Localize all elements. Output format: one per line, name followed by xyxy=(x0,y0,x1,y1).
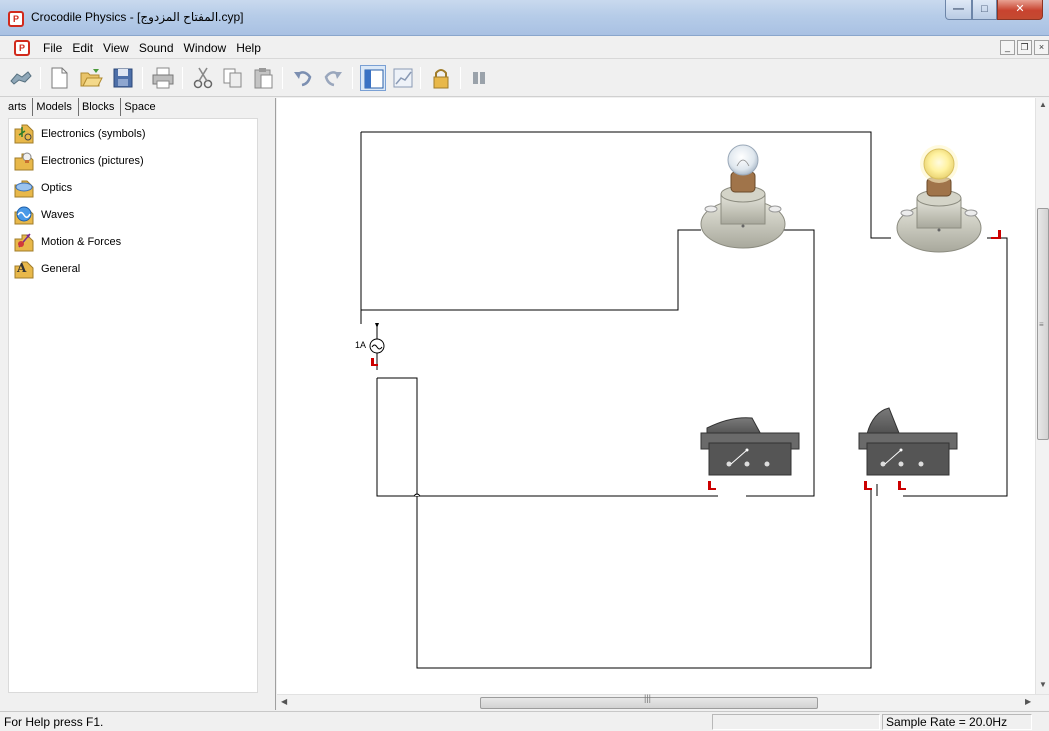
tab-space[interactable]: Space xyxy=(120,98,158,116)
vertical-scrollbar[interactable]: ▲ ≡ ▼ xyxy=(1035,98,1049,694)
canvas-area: 1A ▲ ≡ ▼ ◀ ||| ▶ xyxy=(277,98,1049,710)
tree-item-label: General xyxy=(41,263,81,275)
menu-file[interactable]: File xyxy=(38,40,67,56)
grip-icon: ≡ xyxy=(1039,320,1044,329)
menu-help[interactable]: Help xyxy=(231,40,266,56)
undo-icon[interactable] xyxy=(290,65,316,91)
paste-icon[interactable] xyxy=(250,65,276,91)
electronics-symbols-icon xyxy=(13,123,35,145)
horizontal-scrollbar[interactable]: ◀ ||| ▶ xyxy=(277,693,1049,710)
optics-icon xyxy=(13,177,35,199)
wire-bottom-loop[interactable] xyxy=(377,377,872,669)
title-bar: P Crocodile Physics - [المفتاح المزدوج.c… xyxy=(0,0,1049,36)
panel-tabs: arts Models Blocks Space xyxy=(0,98,276,116)
tab-parts[interactable]: arts xyxy=(0,98,29,116)
cut-icon[interactable] xyxy=(190,65,216,91)
doc-close-button[interactable]: × xyxy=(1034,40,1049,55)
general-icon: A xyxy=(13,258,35,280)
window-controls: — □ ✕ xyxy=(945,0,1043,21)
bulb-right[interactable] xyxy=(896,145,1001,253)
wire-top[interactable] xyxy=(361,131,877,239)
tree-item-label: Motion & Forces xyxy=(41,236,122,248)
parts-panel-icon[interactable] xyxy=(360,65,386,91)
scroll-down-icon[interactable]: ▼ xyxy=(1039,680,1047,689)
open-icon[interactable] xyxy=(78,65,104,91)
tree-item-waves[interactable]: Waves xyxy=(13,204,74,226)
toolbar xyxy=(0,60,1049,97)
bulb-left[interactable] xyxy=(700,144,786,249)
wire-left-bulb-feed[interactable] xyxy=(360,132,701,311)
tree-item-electronics-pictures[interactable]: Electronics (pictures) xyxy=(13,150,144,172)
switch-left[interactable] xyxy=(700,417,800,490)
document-window-controls: _ ❐ × xyxy=(1000,40,1049,55)
tree-item-optics[interactable]: Optics xyxy=(13,177,72,199)
status-help-text: For Help press F1. xyxy=(4,715,104,729)
parts-tree: Electronics (symbols) Electronics (pictu… xyxy=(8,118,258,693)
menu-sound[interactable]: Sound xyxy=(134,40,179,56)
menu-view[interactable]: View xyxy=(98,40,134,56)
tree-item-electronics-symbols[interactable]: Electronics (symbols) xyxy=(13,123,146,145)
close-button[interactable]: ✕ xyxy=(997,0,1043,20)
print-icon[interactable] xyxy=(150,65,176,91)
tab-blocks[interactable]: Blocks xyxy=(77,98,117,116)
tree-item-label: Waves xyxy=(41,209,75,221)
tree-item-general[interactable]: A General xyxy=(13,258,80,280)
scroll-up-icon[interactable]: ▲ xyxy=(1039,100,1047,109)
tree-item-label: Electronics (pictures) xyxy=(41,155,144,167)
lock-icon[interactable] xyxy=(428,65,454,91)
motion-forces-icon xyxy=(13,231,35,253)
waves-icon xyxy=(13,204,35,226)
current-source[interactable]: 1A xyxy=(355,323,385,370)
menu-edit[interactable]: Edit xyxy=(67,40,98,56)
document-menu-icon[interactable]: P xyxy=(14,40,30,56)
menu-window[interactable]: Window xyxy=(179,40,232,56)
new-icon[interactable] xyxy=(46,65,72,91)
save-icon[interactable] xyxy=(110,65,136,91)
minimize-button[interactable]: — xyxy=(945,0,972,20)
redo-icon[interactable] xyxy=(320,65,346,91)
source-label: 1A xyxy=(355,340,366,350)
tab-models[interactable]: Models xyxy=(32,98,74,116)
parts-panel: arts Models Blocks Space Electronics (sy… xyxy=(0,98,276,710)
maximize-button[interactable]: □ xyxy=(972,0,997,20)
scroll-right-icon[interactable]: ▶ xyxy=(1025,697,1031,706)
tree-item-motion-forces[interactable]: Motion & Forces xyxy=(13,231,121,253)
svg-text:A: A xyxy=(16,261,27,275)
pause-icon[interactable] xyxy=(466,65,492,91)
copy-icon[interactable] xyxy=(220,65,246,91)
scroll-left-icon[interactable]: ◀ xyxy=(281,697,287,706)
tree-item-label: Optics xyxy=(41,182,73,194)
menu-items: File Edit View Sound Window Help xyxy=(38,40,266,56)
menu-bar: P File Edit View Sound Window Help _ ❐ × xyxy=(0,37,1049,59)
tree-item-label: Electronics (symbols) xyxy=(41,128,146,140)
run-icon[interactable] xyxy=(8,65,34,91)
switch-right[interactable] xyxy=(858,407,958,490)
window-title: Crocodile Physics - [المفتاح المزدوج.cyp… xyxy=(31,10,244,24)
wire-source-to-switch[interactable] xyxy=(376,378,718,497)
circuit-canvas[interactable]: 1A xyxy=(277,98,1035,694)
electronics-pictures-icon xyxy=(13,150,35,172)
app-window: P Crocodile Physics - [المفتاح المزدوج.c… xyxy=(0,0,1049,731)
status-bar: For Help press F1. Sample Rate = 20.0Hz xyxy=(0,711,1049,731)
crocodile-app-icon[interactable]: P xyxy=(8,11,24,27)
status-panel xyxy=(712,714,880,730)
grip-icon: ||| xyxy=(644,693,652,703)
doc-minimize-button[interactable]: _ xyxy=(1000,40,1015,55)
doc-restore-button[interactable]: ❐ xyxy=(1017,40,1032,55)
graph-icon[interactable] xyxy=(390,65,416,91)
sample-rate: Sample Rate = 20.0Hz xyxy=(886,715,1008,729)
